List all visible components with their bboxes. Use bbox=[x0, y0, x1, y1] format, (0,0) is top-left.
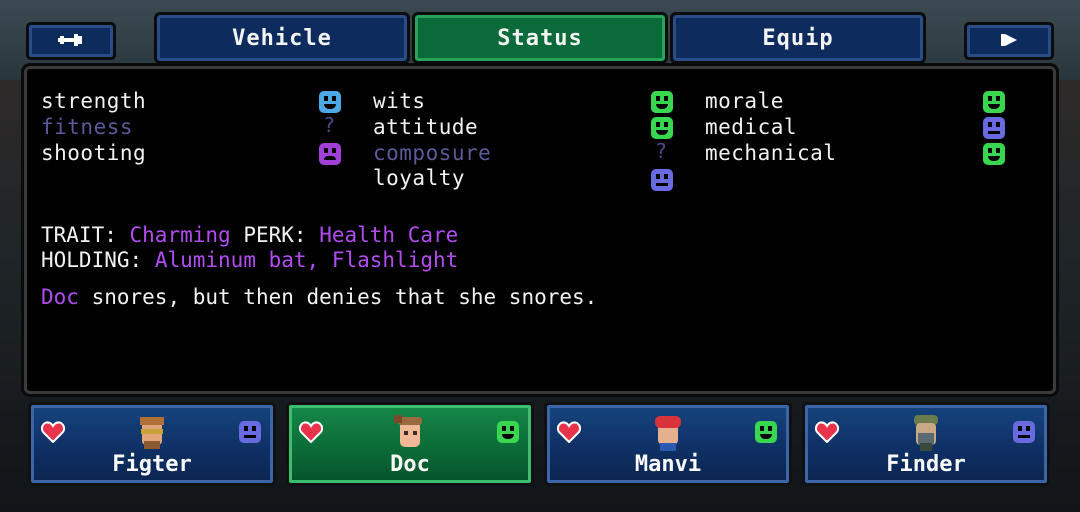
party-name: Manvi bbox=[634, 452, 702, 477]
party-card-doc[interactable]: Doc bbox=[286, 402, 534, 486]
tab-vehicle-label: Vehicle bbox=[232, 25, 332, 51]
note-character-name: Doc bbox=[41, 285, 79, 309]
mood-happy-icon bbox=[651, 117, 673, 139]
unknown-mood-icon: ? bbox=[323, 113, 336, 137]
next-button[interactable] bbox=[964, 22, 1054, 60]
tab-vehicle[interactable]: Vehicle bbox=[154, 12, 410, 64]
stat-loyalty-label: loyalty bbox=[373, 166, 466, 190]
holding-line: HOLDING: Aluminum bat, Flashlight bbox=[41, 248, 458, 272]
next-arrow-icon bbox=[999, 29, 1019, 53]
party-card-manvi[interactable]: Manvi bbox=[544, 402, 792, 486]
mood-happy-icon bbox=[983, 143, 1005, 165]
mood-sad-icon bbox=[319, 143, 341, 165]
stat-morale-label: morale bbox=[705, 89, 784, 113]
unknown-mood-icon: ? bbox=[655, 139, 668, 163]
mood-neutral-icon bbox=[651, 169, 673, 191]
avatar-manvi bbox=[655, 416, 681, 451]
tab-status-label: Status bbox=[497, 25, 583, 51]
holding-label: HOLDING: bbox=[41, 248, 143, 272]
perk-value: Health Care bbox=[319, 223, 459, 247]
stat-medical-label: medical bbox=[705, 115, 798, 139]
status-panel: strength fitness ? shooting wits attitud… bbox=[24, 66, 1056, 394]
trait-value: Charming bbox=[129, 223, 231, 247]
mood-happy-icon bbox=[755, 421, 777, 443]
tab-equip-label: Equip bbox=[762, 25, 834, 51]
perk-label: PERK: bbox=[243, 223, 307, 247]
mood-happy-icon bbox=[497, 421, 519, 443]
exit-button[interactable] bbox=[26, 22, 116, 60]
party-card-figter[interactable]: Figter bbox=[28, 402, 276, 486]
tab-status[interactable]: Status bbox=[412, 12, 668, 64]
stat-wits-label: wits bbox=[373, 89, 426, 113]
mood-neutral-icon bbox=[983, 117, 1005, 139]
holding-value: Aluminum bat, Flashlight bbox=[154, 248, 459, 272]
stat-strength-label: strength bbox=[41, 89, 147, 113]
party-name: Doc bbox=[390, 452, 430, 477]
party-name: Figter bbox=[112, 452, 192, 477]
trait-label: TRAIT: bbox=[41, 223, 117, 247]
stat-attitude-label: attitude bbox=[373, 115, 479, 139]
mood-happy-icon bbox=[651, 91, 673, 113]
mood-happy-icon bbox=[983, 91, 1005, 113]
character-note: Doc snores, but then denies that she sno… bbox=[41, 285, 597, 309]
mood-happy-icon bbox=[319, 91, 341, 113]
heart-icon bbox=[557, 421, 581, 443]
party-card-finder[interactable]: Finder bbox=[802, 402, 1050, 486]
avatar-figter bbox=[140, 417, 164, 449]
stat-composure-label: composure bbox=[373, 141, 492, 165]
stat-mechanical-label: mechanical bbox=[705, 141, 837, 165]
stat-fitness-label: fitness bbox=[41, 115, 134, 139]
party-name: Finder bbox=[886, 452, 966, 477]
note-text: snores, but then denies that she snores. bbox=[78, 285, 598, 309]
heart-icon bbox=[815, 421, 839, 443]
avatar-doc bbox=[394, 415, 422, 447]
exit-icon bbox=[56, 29, 86, 53]
heart-icon bbox=[41, 421, 65, 443]
avatar-finder bbox=[914, 415, 938, 451]
trait-perk-line: TRAIT: Charming PERK: Health Care bbox=[41, 223, 458, 247]
mood-neutral-icon bbox=[1013, 421, 1035, 443]
mood-neutral-icon bbox=[239, 421, 261, 443]
heart-icon bbox=[299, 421, 323, 443]
tab-equip[interactable]: Equip bbox=[670, 12, 926, 64]
stat-shooting-label: shooting bbox=[41, 141, 147, 165]
